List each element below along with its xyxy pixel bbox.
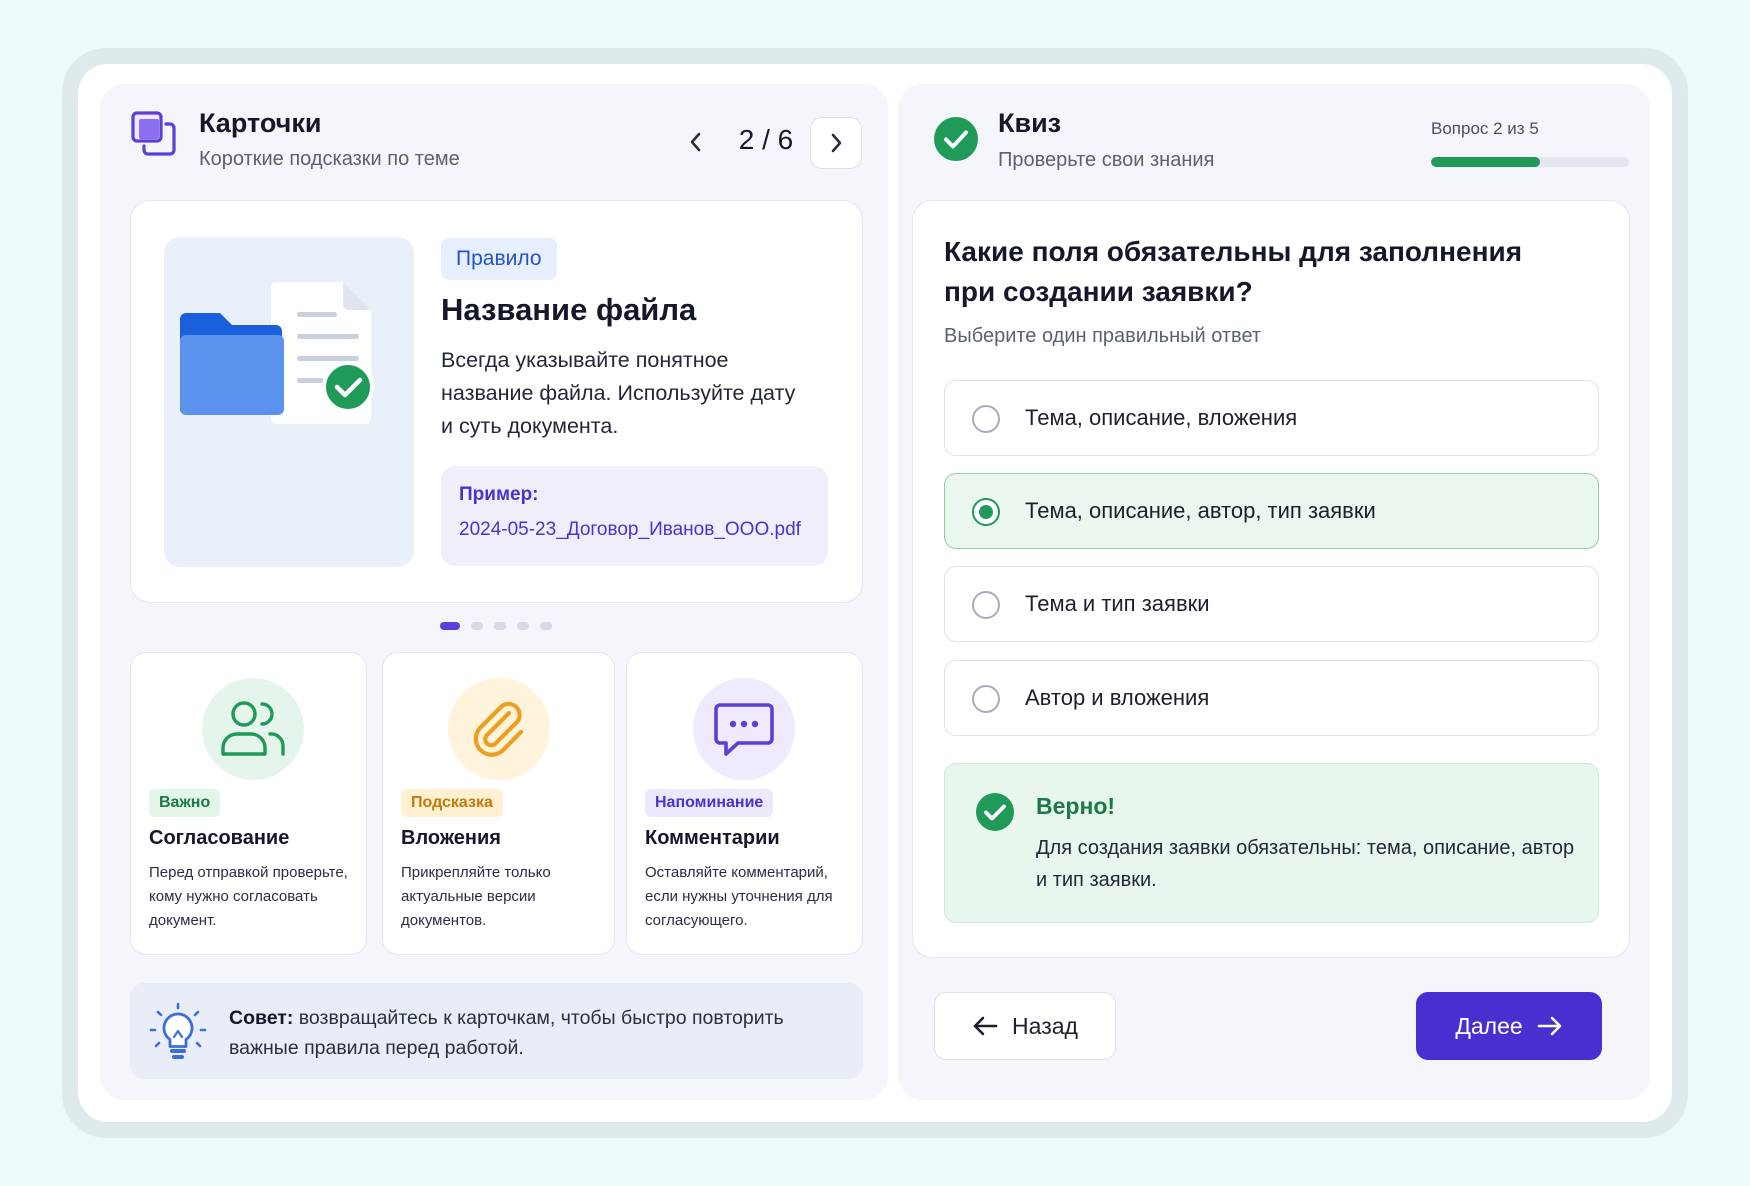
pager-prev-button[interactable] — [682, 122, 710, 162]
carousel-dots — [440, 622, 552, 630]
answer-label: Автор и вложения — [1025, 685, 1210, 710]
card-description: Оставляйте комментарий, если нужны уточн… — [645, 864, 833, 929]
radio-button-checked[interactable] — [972, 498, 1000, 526]
card-description: Прикрепляйте только актуальные версии до… — [401, 864, 551, 929]
card-tag: Подсказка — [401, 789, 503, 817]
answer-option[interactable]: Тема, описание, вложения — [944, 380, 1599, 456]
check-circle-icon — [933, 116, 979, 162]
chevron-left-icon — [690, 132, 701, 152]
example-label: Пример: — [459, 484, 539, 505]
card-title: Комментарии — [645, 827, 780, 849]
card-approval[interactable]: Важно Согласование Перед отправкой прове… — [130, 652, 367, 955]
question-text: Какие поля обязательны для заполнения пр… — [944, 236, 1523, 307]
answer-option[interactable]: Автор и вложения — [944, 660, 1599, 736]
example-box: Пример: 2024-05-23_Договор_Иванов_ООО.pd… — [441, 466, 828, 566]
file-illustration — [164, 237, 414, 567]
tip-label: Совет: — [229, 1007, 294, 1029]
quiz-progress-bar — [1431, 157, 1629, 167]
answer-option[interactable]: Тема и тип заявки — [944, 566, 1599, 642]
quiz-subtitle: Проверьте свои знания — [998, 149, 1215, 171]
card-title: Вложения — [401, 827, 501, 849]
carousel-dot[interactable] — [440, 622, 460, 630]
quiz-title: Квиз — [998, 108, 1062, 138]
rule-badge: Правило — [441, 238, 557, 280]
card-attachments[interactable]: Подсказка Вложения Прикрепляйте только а… — [382, 652, 615, 955]
feedback-text: Для создания заявки обязательны: тема, о… — [1036, 837, 1575, 891]
card-description: Перед отправкой проверьте, кому нужно со… — [149, 864, 348, 929]
card-tag: Важно — [149, 789, 221, 817]
arrow-left-icon — [973, 1016, 998, 1036]
tip-body: возвращайтесь к карточкам, чтобы быстро … — [229, 1007, 784, 1059]
arrow-right-icon — [1537, 1016, 1561, 1036]
cards-title: Карточки — [199, 108, 322, 138]
back-button[interactable]: Назад — [934, 992, 1116, 1060]
example-filename: 2024-05-23_Договор_Иванов_ООО.pdf — [459, 519, 801, 540]
rule-title: Название файла — [441, 292, 697, 327]
carousel-dot[interactable] — [471, 622, 483, 630]
success-check-icon — [975, 792, 1015, 832]
answer-label: Тема, описание, автор, тип заявки — [1025, 498, 1376, 523]
card-tag: Напоминание — [645, 789, 774, 817]
cards-stack-icon — [130, 110, 178, 158]
card-title: Согласование — [149, 827, 290, 849]
carousel-dot[interactable] — [494, 622, 506, 630]
pager-next-button[interactable] — [810, 117, 862, 169]
lightbulb-icon — [148, 1000, 208, 1062]
tip-text: Совет: возвращайтесь к карточкам, чтобы … — [229, 1003, 849, 1063]
answer-label: Тема, описание, вложения — [1025, 405, 1298, 430]
chat-icon — [693, 678, 795, 780]
carousel-dot[interactable] — [540, 622, 552, 630]
users-icon — [202, 678, 304, 780]
quiz-progress-fill — [1431, 157, 1540, 167]
radio-button[interactable] — [972, 685, 1000, 713]
next-button-label: Далее — [1455, 1012, 1523, 1039]
rule-description: Всегда указывайте понятное название файл… — [441, 348, 796, 438]
answer-label: Тема и тип заявки — [1025, 591, 1210, 616]
radio-button[interactable] — [972, 405, 1000, 433]
paperclip-icon — [448, 678, 550, 780]
card-comments[interactable]: Напоминание Комментарии Оставляйте комме… — [626, 652, 863, 955]
question-hint: Выберите один правильный ответ — [944, 325, 1262, 347]
back-button-label: Назад — [1012, 1012, 1078, 1039]
feedback-title: Верно! — [1036, 793, 1116, 819]
pager-indicator: 2 / 6 — [738, 124, 794, 155]
radio-button[interactable] — [972, 591, 1000, 619]
cards-subtitle: Короткие подсказки по теме — [199, 148, 460, 170]
carousel-dot[interactable] — [517, 622, 529, 630]
next-button[interactable]: Далее — [1416, 992, 1602, 1060]
chevron-right-icon — [831, 133, 842, 153]
answer-option-selected[interactable]: Тема, описание, автор, тип заявки — [944, 473, 1599, 549]
question-counter: Вопрос 2 из 5 — [1431, 119, 1539, 138]
